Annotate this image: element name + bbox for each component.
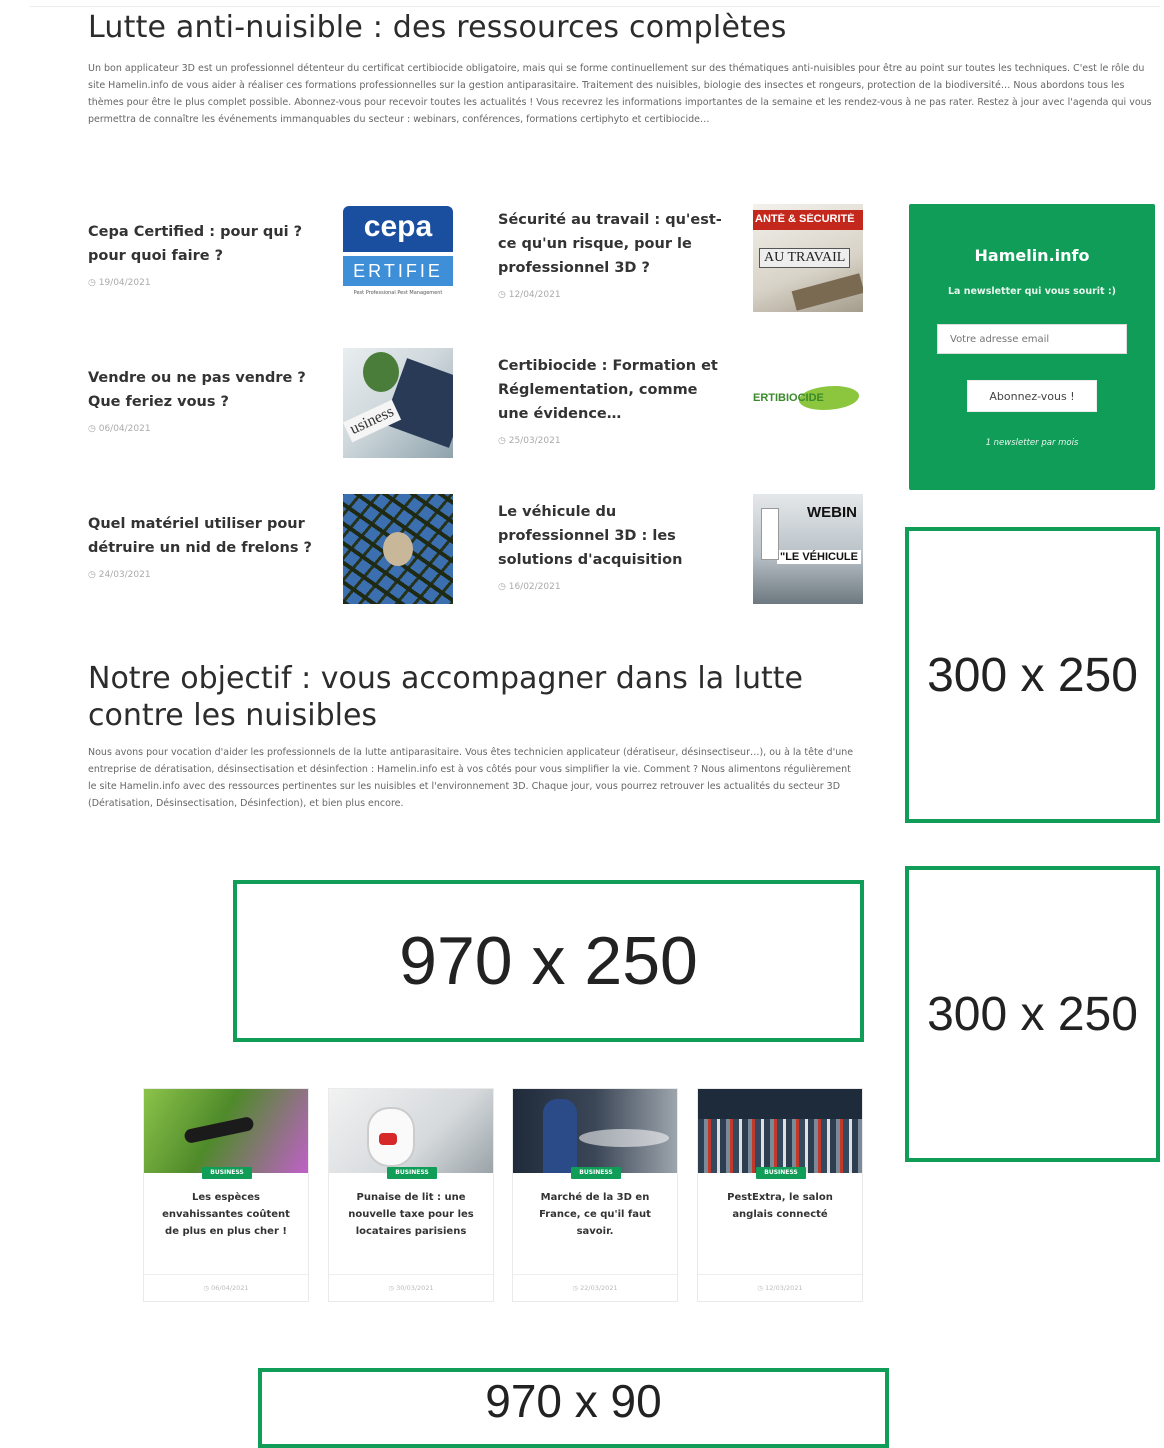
news-card[interactable]: BUSINESS Punaise de lit : une nouvelle t…	[328, 1088, 494, 1302]
article-title[interactable]: Certibiocide : Formation et Réglementati…	[498, 354, 730, 426]
cepa-small-text: Pest Professional Pest Management	[353, 290, 443, 296]
article-title[interactable]: Cepa Certified : pour qui ? pour quoi fa…	[88, 220, 316, 268]
card-image[interactable]	[698, 1089, 862, 1173]
newsletter-note: 1 newsletter par mois	[985, 438, 1079, 448]
card-date: ◷ 30/03/2021	[329, 1274, 493, 1301]
ad-size-label: 970 x 90	[485, 1375, 662, 1427]
article-item[interactable]: Vendre ou ne pas vendre ? Que feriez vou…	[88, 348, 454, 458]
ad-slot-970x90[interactable]: 970 x 90	[258, 1368, 889, 1448]
ad-slot-300x250[interactable]: 300 x 250	[905, 866, 1160, 1162]
card-title[interactable]: Marché de la 3D en France, ce qu'il faut…	[523, 1189, 667, 1240]
newsletter-subtitle: La newsletter qui vous sourit :)	[947, 286, 1117, 297]
email-input[interactable]	[937, 324, 1127, 354]
article-title[interactable]: Vendre ou ne pas vendre ? Que feriez vou…	[88, 366, 320, 414]
business-paper-text: usiness	[343, 399, 402, 443]
newsletter-title: Hamelin.info	[974, 246, 1090, 265]
section-paragraph: Nous avons pour vocation d'aider les pro…	[88, 747, 854, 809]
card-title[interactable]: PestExtra, le salon anglais connecté	[708, 1189, 852, 1223]
ad-slot-970x250[interactable]: 970 x 250	[233, 880, 864, 1042]
article-thumbnail[interactable]	[343, 494, 453, 604]
page-title: Lutte anti-nuisible : des ressources com…	[88, 10, 787, 45]
hornet-nest	[383, 532, 413, 566]
safety-sign-text: ANTÉ & SÉCURITÉ	[755, 213, 855, 225]
ad-size-label: 300 x 250	[927, 648, 1138, 702]
article-date: ◷ 25/03/2021	[498, 436, 561, 446]
article-thumbnail[interactable]: cepa ERTIFIE Pest Professional Pest Mana…	[343, 206, 453, 310]
card-title[interactable]: Punaise de lit : une nouvelle taxe pour …	[339, 1189, 483, 1240]
certibiocide-logo-text: ERTIBIOCIDE	[753, 392, 824, 404]
article-date: ◷ 16/02/2021	[498, 582, 561, 592]
article-item[interactable]: Sécurité au travail : qu'est-ce qu'un ri…	[498, 204, 864, 312]
newsletter-widget: Hamelin.info La newsletter qui vous sour…	[909, 204, 1155, 490]
ad-size-label: 970 x 250	[399, 923, 698, 999]
news-card[interactable]: BUSINESS Marché de la 3D en France, ce q…	[512, 1088, 678, 1302]
article-title[interactable]: Quel matériel utiliser pour détruire un …	[88, 512, 320, 560]
category-badge[interactable]: BUSINESS	[756, 1167, 806, 1179]
subscribe-button[interactable]: Abonnez-vous !	[967, 380, 1097, 412]
top-divider	[30, 6, 1160, 7]
news-card[interactable]: BUSINESS PestExtra, le salon anglais con…	[697, 1088, 863, 1302]
article-date: ◷ 19/04/2021	[88, 278, 151, 288]
card-title[interactable]: Les espèces envahissantes coûtent de plu…	[154, 1189, 298, 1240]
ad-slot-300x250[interactable]: 300 x 250	[905, 527, 1160, 823]
article-thumbnail[interactable]: usiness	[343, 348, 453, 458]
safety-sub-text: AU TRAVAIL	[759, 248, 851, 268]
article-thumbnail[interactable]: ERTIBIOCIDE	[753, 360, 863, 444]
category-badge[interactable]: BUSINESS	[571, 1167, 621, 1179]
ad-size-label: 300 x 250	[927, 987, 1138, 1041]
card-date: ◷ 12/03/2021	[698, 1274, 862, 1301]
webinar-text: WEBIN	[807, 504, 857, 521]
card-image[interactable]	[144, 1089, 308, 1173]
intro-paragraph: Un bon applicateur 3D est un professionn…	[88, 63, 1152, 125]
news-card[interactable]: BUSINESS Les espèces envahissantes coûte…	[143, 1088, 309, 1302]
article-date: ◷ 12/04/2021	[498, 290, 561, 300]
article-title[interactable]: Le véhicule du professionnel 3D : les so…	[498, 500, 730, 572]
card-date: ◷ 22/03/2021	[513, 1274, 677, 1301]
category-badge[interactable]: BUSINESS	[202, 1167, 252, 1179]
article-thumbnail[interactable]: WEBIN "LE VÉHICULE	[753, 494, 863, 604]
article-title[interactable]: Sécurité au travail : qu'est-ce qu'un ri…	[498, 208, 730, 280]
article-item[interactable]: Cepa Certified : pour qui ? pour quoi fa…	[88, 206, 454, 312]
article-item[interactable]: Certibiocide : Formation et Réglementati…	[498, 354, 864, 458]
section-title: Notre objectif : vous accompagner dans l…	[88, 661, 803, 733]
card-image[interactable]	[329, 1089, 493, 1173]
vehicle-text: "LE VÉHICULE	[777, 550, 861, 564]
technician-figure	[543, 1099, 577, 1173]
article-thumbnail[interactable]: ANTÉ & SÉCURITÉ AU TRAVAIL	[753, 204, 863, 312]
article-item[interactable]: Quel matériel utiliser pour détruire un …	[88, 494, 454, 604]
ant-figure	[183, 1115, 255, 1145]
card-date: ◷ 06/04/2021	[144, 1274, 308, 1301]
article-date: ◷ 06/04/2021	[88, 424, 151, 434]
cepa-logo-text: cepa	[363, 210, 433, 243]
category-badge[interactable]: BUSINESS	[387, 1167, 437, 1179]
article-date: ◷ 24/03/2021	[88, 570, 151, 580]
cepa-certified-text: ERTIFIE	[353, 261, 443, 281]
card-image[interactable]	[513, 1089, 677, 1173]
article-item[interactable]: Le véhicule du professionnel 3D : les so…	[498, 494, 864, 604]
